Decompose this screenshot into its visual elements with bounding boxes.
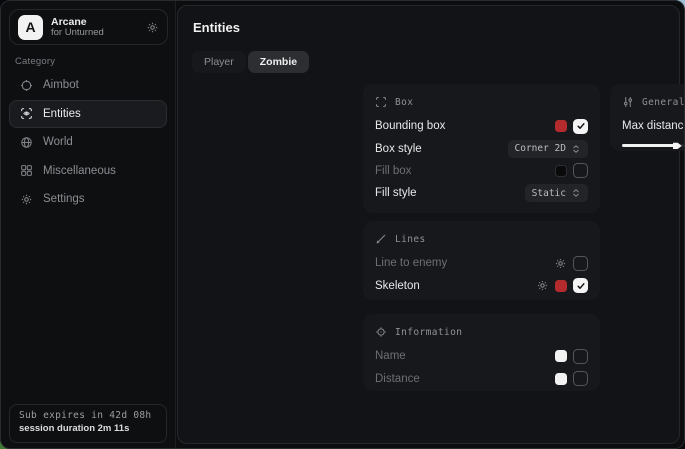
arcane-window: A Arcane for Unturned Category A xyxy=(0,0,685,449)
check-icon xyxy=(576,281,586,291)
color-swatch[interactable] xyxy=(555,350,567,362)
general-card: General Max distance 248m xyxy=(610,84,685,151)
check-icon xyxy=(576,121,586,131)
checkbox[interactable] xyxy=(573,256,588,271)
max-distance-slider[interactable] xyxy=(622,139,685,151)
sliders-icon xyxy=(622,96,634,108)
brand-subtitle: for Unturned xyxy=(51,28,138,39)
subscription-card: Sub expires in 42d 08h session duration … xyxy=(9,404,167,443)
setting-row-distance: Distance xyxy=(375,367,588,389)
entity-tabs: Player Zombie xyxy=(192,51,309,73)
sidebar-item-miscellaneous[interactable]: Miscellaneous xyxy=(9,157,167,186)
sidebar-item-label: Entities xyxy=(43,108,81,120)
checkbox[interactable] xyxy=(573,371,588,386)
row-gear-icon[interactable] xyxy=(554,257,567,270)
setting-row-bounding-box: Bounding box xyxy=(375,115,588,137)
color-swatch[interactable] xyxy=(555,373,567,385)
chevron-up-down-icon xyxy=(571,188,581,198)
tab-zombie[interactable]: Zombie xyxy=(248,51,309,73)
setting-row-line-to-enemy: Line to enemy xyxy=(375,252,588,274)
crosshair-icon xyxy=(20,79,33,92)
setting-row-fill-style: Fill style Static xyxy=(375,182,588,204)
slider-thumb[interactable] xyxy=(673,141,682,150)
sidebar-item-world[interactable]: World xyxy=(9,128,167,157)
sidebar-item-label: Miscellaneous xyxy=(43,165,116,177)
sidebar-item-label: Settings xyxy=(43,193,85,205)
setting-row-skeleton: Skeleton xyxy=(375,274,588,296)
grid-icon xyxy=(20,164,33,177)
card-title: General xyxy=(642,97,685,108)
setting-row-name: Name xyxy=(375,345,588,367)
session-duration-text: session duration 2m 11s xyxy=(19,423,157,434)
sidebar-nav: Aimbot Entities World xyxy=(9,71,167,214)
sidebar-item-aimbot[interactable]: Aimbot xyxy=(9,71,167,100)
chevron-up-down-icon xyxy=(571,144,581,154)
lines-card: Lines Line to enemy Skeleton xyxy=(363,221,600,300)
brand-card: A Arcane for Unturned xyxy=(9,9,168,45)
pencil-line-icon xyxy=(375,233,387,245)
box-style-dropdown[interactable]: Corner 2D xyxy=(508,140,588,158)
card-title: Lines xyxy=(395,234,426,245)
settings-gear-icon[interactable] xyxy=(146,21,159,34)
info-target-icon xyxy=(375,326,387,338)
scan-eye-icon xyxy=(20,107,33,120)
box-card: Box Bounding box Box style Corner 2D xyxy=(363,84,600,213)
setting-row-max-distance: Max distance 248m xyxy=(622,115,685,137)
color-swatch[interactable] xyxy=(555,280,567,292)
sidebar-item-entities[interactable]: Entities xyxy=(9,100,167,129)
sidebar-item-label: Aimbot xyxy=(43,79,79,91)
sidebar-item-settings[interactable]: Settings xyxy=(9,185,167,214)
checkbox[interactable] xyxy=(573,163,588,178)
row-gear-icon[interactable] xyxy=(536,279,549,292)
checkbox[interactable] xyxy=(573,278,588,293)
brand-logo: A xyxy=(18,15,43,40)
checkbox[interactable] xyxy=(573,349,588,364)
fill-style-dropdown[interactable]: Static xyxy=(525,184,588,202)
globe-icon xyxy=(20,136,33,149)
sidebar: A Arcane for Unturned Category A xyxy=(1,1,176,448)
color-swatch[interactable] xyxy=(555,165,567,177)
card-title: Box xyxy=(395,97,413,108)
main-panel: Entities Player Zombie Box Bounding box xyxy=(177,5,680,444)
gear-icon xyxy=(20,193,33,206)
sidebar-item-label: World xyxy=(43,136,73,148)
sub-expires-text: Sub expires in 42d 08h xyxy=(19,410,157,421)
slider-fill xyxy=(622,144,677,147)
category-label: Category xyxy=(15,56,55,67)
tab-player[interactable]: Player xyxy=(192,51,246,73)
card-title: Information xyxy=(395,327,462,338)
information-card: Information Name Distance xyxy=(363,314,600,391)
page-title: Entities xyxy=(193,20,240,35)
color-swatch[interactable] xyxy=(555,120,567,132)
setting-row-fill-box: Fill box xyxy=(375,160,588,182)
brand-name: Arcane xyxy=(51,16,138,28)
checkbox[interactable] xyxy=(573,119,588,134)
setting-row-box-style: Box style Corner 2D xyxy=(375,137,588,159)
box-corners-icon xyxy=(375,96,387,108)
